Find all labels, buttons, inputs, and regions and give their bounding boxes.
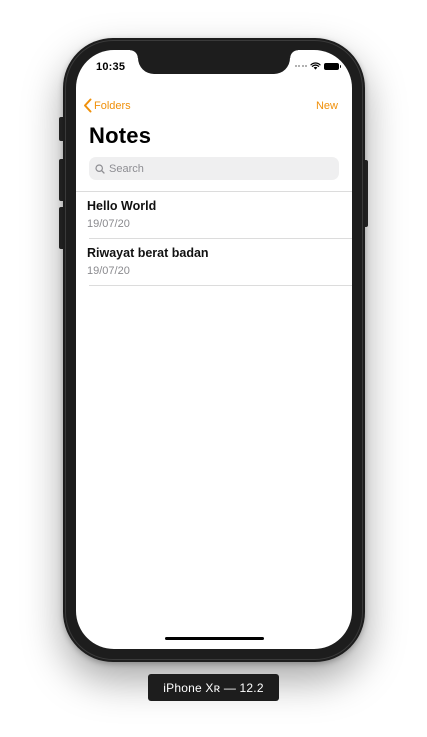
note-list-item[interactable]: Riwayat berat badan 19/07/20 — [76, 239, 352, 286]
back-button-label: Folders — [94, 99, 131, 112]
wifi-icon — [310, 62, 321, 70]
device-frame: 10:35 Folders New Notes Search Hello Wor… — [63, 38, 365, 662]
note-date: 19/07/20 — [87, 265, 130, 277]
navigation-bar: Folders New — [76, 98, 352, 118]
note-date: 19/07/20 — [87, 218, 130, 230]
home-indicator[interactable] — [165, 637, 264, 640]
battery-icon — [324, 62, 341, 70]
notes-list: Hello World 19/07/20 Riwayat berat badan… — [76, 191, 352, 286]
simulator-stage: 10:35 Folders New Notes Search Hello Wor… — [0, 0, 427, 737]
note-list-item[interactable]: Hello World 19/07/20 — [76, 192, 352, 239]
status-indicators — [294, 62, 341, 70]
magnifier-icon — [95, 163, 105, 174]
search-placeholder: Search — [109, 162, 144, 175]
note-title: Riwayat berat badan — [87, 246, 209, 260]
device-name-label: iPhone Xʀ — 12.2 — [148, 674, 279, 701]
page-title: Notes — [89, 123, 152, 148]
status-time: 10:35 — [96, 61, 126, 73]
notch — [130, 50, 298, 74]
cellular-signal-icon — [294, 65, 307, 67]
folders-back-button[interactable]: Folders — [83, 98, 131, 113]
note-title: Hello World — [87, 199, 157, 213]
device-screen: 10:35 Folders New Notes Search Hello Wor… — [76, 50, 352, 649]
chevron-left-icon — [84, 98, 92, 113]
search-field[interactable]: Search — [89, 157, 339, 180]
new-note-button[interactable]: New — [316, 100, 338, 112]
